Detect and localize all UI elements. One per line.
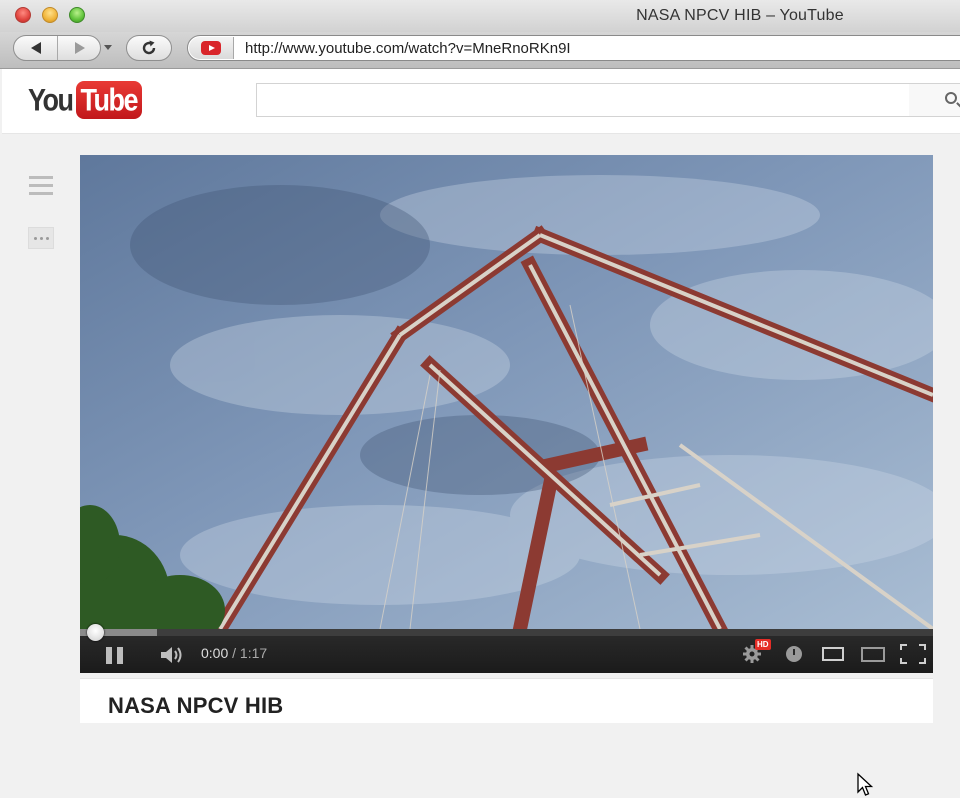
- progress-bar[interactable]: [80, 629, 933, 636]
- controls-layer: 0:00 / 1:17 HD: [80, 155, 933, 796]
- fullscreen-icon[interactable]: [900, 644, 926, 664]
- guide-menu-icon[interactable]: [29, 176, 53, 200]
- pause-button[interactable]: [106, 647, 124, 664]
- url-text[interactable]: http://www.youtube.com/watch?v=MneRnoRKn…: [245, 40, 571, 57]
- search-button[interactable]: [909, 83, 960, 117]
- history-dropdown-icon[interactable]: [104, 45, 112, 50]
- mouse-pointer-icon: [857, 772, 874, 796]
- search-input[interactable]: [256, 83, 910, 117]
- nav-buttons: [13, 35, 101, 61]
- current-time: 0:00: [201, 645, 229, 661]
- large-player-button[interactable]: [861, 647, 885, 662]
- video-info-card: NASA NPCV HIB: [80, 678, 933, 723]
- watch-later-icon[interactable]: [786, 646, 802, 662]
- back-arrow-icon: [30, 42, 41, 54]
- window-title: NASA NPCV HIB – YouTube: [636, 7, 844, 24]
- forward-arrow-icon: [74, 42, 85, 54]
- logo-you-text: You: [28, 82, 74, 117]
- youtube-favicon-icon: [201, 41, 221, 55]
- window-titlebar: NASA NPCV HIB – YouTube: [0, 0, 960, 33]
- youtube-logo[interactable]: You Tube: [28, 81, 142, 119]
- youtube-page: You Tube 0:00 / 1:17 HD NASA NPCV HIB: [2, 69, 960, 796]
- back-button[interactable]: [14, 36, 58, 60]
- search-icon: [909, 84, 960, 118]
- volume-icon[interactable]: [159, 645, 185, 665]
- browser-toolbar: http://www.youtube.com/watch?v=MneRnoRKn…: [0, 32, 960, 69]
- small-player-button[interactable]: [822, 647, 844, 661]
- logo-tube-text: Tube: [80, 82, 139, 117]
- time-display: 0:00 / 1:17: [201, 645, 267, 661]
- video-title: NASA NPCV HIB: [108, 693, 284, 718]
- logo-tube-box: Tube: [75, 81, 142, 119]
- address-bar[interactable]: http://www.youtube.com/watch?v=MneRnoRKn…: [187, 35, 960, 61]
- scrubber-handle[interactable]: [87, 624, 104, 641]
- duration: 1:17: [239, 645, 268, 661]
- reload-icon: [142, 40, 156, 55]
- site-favicon: [189, 37, 234, 59]
- hd-badge: HD: [755, 639, 771, 650]
- forward-button[interactable]: [58, 36, 100, 60]
- more-options-icon[interactable]: [28, 227, 54, 249]
- masthead: You Tube: [2, 69, 960, 134]
- reload-button[interactable]: [126, 35, 172, 61]
- time-separator: /: [232, 645, 237, 661]
